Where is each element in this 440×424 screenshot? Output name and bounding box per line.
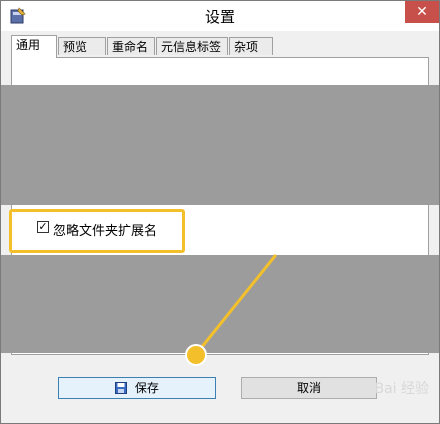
annotation-pointer-line (195, 254, 277, 355)
annotation-pointer-dot (185, 344, 207, 366)
watermark: Bai 经验 (374, 381, 429, 397)
settings-dialog: 设置 ✕ 通用 预览 重命名 元信息标签 杂项 ✓ 忽略文件夹扩展名 保存 取消… (0, 0, 440, 424)
annotation-pointer (185, 254, 277, 366)
